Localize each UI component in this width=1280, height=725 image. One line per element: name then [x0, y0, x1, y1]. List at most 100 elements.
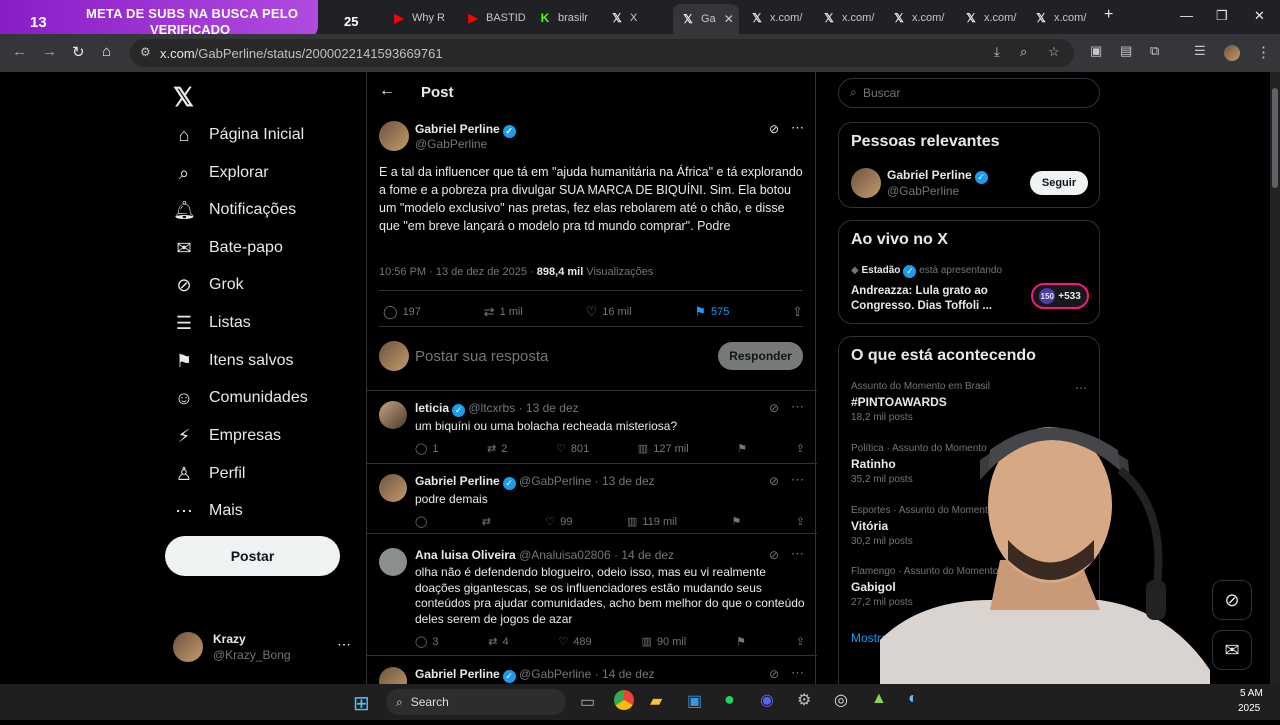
like-button[interactable]: ♡ 16 mil: [586, 304, 632, 320]
reply-button[interactable]: ◯ 197: [383, 304, 421, 320]
like-button[interactable]: ♡ 801: [556, 442, 589, 456]
steam-icon[interactable]: ◐: [908, 690, 918, 708]
site-info-icon[interactable]: ⚙: [140, 45, 151, 59]
extension-icon[interactable]: ▣: [1090, 43, 1102, 59]
new-tab-icon[interactable]: +: [1104, 6, 1113, 24]
avatar[interactable]: [379, 548, 407, 576]
close-tab-icon[interactable]: ✕: [724, 12, 734, 26]
bookmark-button[interactable]: ⚑: [731, 515, 741, 528]
x-logo-icon[interactable]: 𝕏: [173, 82, 194, 113]
nav-bookmarks[interactable]: ⚑ Itens salvos: [173, 344, 294, 378]
person-name-row[interactable]: Gabriel Perline ✓: [887, 168, 988, 184]
search-input[interactable]: [863, 84, 1083, 102]
puzzle-icon[interactable]: ⧉: [1150, 43, 1159, 59]
reading-list-icon[interactable]: ☰: [1194, 43, 1206, 59]
repost-button[interactable]: ⇄ 2: [487, 442, 507, 456]
grok-icon[interactable]: ⊘: [769, 122, 779, 136]
menu-icon[interactable]: ⋮: [1256, 43, 1271, 61]
bookmark-button[interactable]: ⚑ 575: [694, 304, 729, 320]
reply-button[interactable]: ◯ 1: [415, 442, 438, 456]
reply-submit-button[interactable]: Responder: [718, 342, 803, 370]
follow-button[interactable]: Seguir: [1030, 171, 1088, 195]
reply-button[interactable]: ◯: [415, 515, 427, 528]
reply-input[interactable]: [415, 344, 695, 368]
repost-button[interactable]: ⇄ 1 mil: [484, 304, 523, 320]
extension-icon[interactable]: ▤: [1120, 43, 1132, 59]
bookmark-button[interactable]: ⚑: [737, 442, 747, 455]
obs-icon[interactable]: ◎: [834, 690, 848, 710]
avatar[interactable]: [379, 474, 407, 502]
tab[interactable]: 𝕏x.com/: [750, 6, 812, 30]
reply-item[interactable]: leticia ✓ @ltcxrbs · 13 de dez ⊘ ⋯ um biq…: [367, 391, 817, 464]
live-card[interactable]: Ao vivo no X ◆ Estadão ✓ está apresentand…: [838, 220, 1100, 324]
grok-fab-icon[interactable]: ⊘: [1212, 580, 1252, 620]
nav-business[interactable]: ⚡︎ Empresas: [173, 419, 281, 453]
maximize-icon[interactable]: ❐: [1216, 8, 1228, 24]
app-icon[interactable]: ▲: [871, 690, 887, 708]
post-button[interactable]: Postar: [165, 536, 340, 576]
scrollbar-thumb[interactable]: [1272, 88, 1278, 188]
share-button[interactable]: ⇪: [796, 442, 805, 455]
windows-start-icon[interactable]: ⊞: [353, 691, 370, 716]
home-browser-icon[interactable]: ⌂: [102, 43, 111, 60]
tab[interactable]: 𝕏x.com/: [892, 6, 954, 30]
more-icon[interactable]: ⋯: [791, 472, 804, 488]
nav-communities[interactable]: ☺ Comunidades: [173, 381, 308, 415]
share-button[interactable]: ⇪: [792, 304, 803, 320]
tab[interactable]: ▶ Why R: [392, 6, 454, 30]
tab[interactable]: 𝕏x.com/: [822, 6, 884, 30]
nav-explore[interactable]: ⌕ Explorar: [173, 156, 269, 190]
more-icon[interactable]: ⋯: [1075, 381, 1087, 395]
more-icon[interactable]: ⋯: [791, 546, 804, 562]
more-icon[interactable]: ⋯: [791, 665, 804, 681]
tab[interactable]: 𝕏X: [610, 6, 670, 30]
repost-button[interactable]: ⇄ 4: [488, 635, 508, 649]
reply-author[interactable]: leticia: [415, 401, 449, 415]
views-button[interactable]: ▥ 127 mil: [638, 442, 689, 456]
grok-icon[interactable]: ⊘: [769, 548, 779, 562]
search-box[interactable]: ⌕: [838, 78, 1100, 108]
nav-messages[interactable]: ✉ Bate-papo: [173, 231, 282, 265]
share-button[interactable]: ⇪: [796, 635, 805, 648]
reply-button[interactable]: ◯ 3: [415, 635, 438, 649]
reply-item[interactable]: Ana luisa Oliveira @Analuisa02806 · 14 d…: [367, 538, 817, 656]
reply-author[interactable]: Ana luisa Oliveira: [415, 548, 516, 562]
more-icon[interactable]: ⋯: [791, 399, 804, 415]
grok-icon[interactable]: ⊘: [769, 401, 779, 415]
repost-button[interactable]: ⇄: [482, 515, 491, 528]
taskbar-search[interactable]: ⌕ Search: [386, 689, 566, 715]
spotify-icon[interactable]: ●: [724, 689, 735, 710]
like-button[interactable]: ♡ 489: [558, 635, 591, 649]
nav-profile[interactable]: ♙ Perfil: [173, 457, 246, 491]
views-button[interactable]: ▥ 119 mil: [627, 515, 677, 529]
nav-grok[interactable]: ⊘ Grok: [173, 268, 243, 302]
install-icon[interactable]: ⤓: [994, 44, 1000, 60]
zoom-icon[interactable]: ⌕: [1020, 44, 1027, 60]
live-listeners[interactable]: 150 +533: [1031, 283, 1089, 309]
profile-avatar[interactable]: [1224, 45, 1240, 61]
forward-icon[interactable]: →: [42, 43, 57, 60]
tab[interactable]: 𝕏x.com/: [1034, 6, 1096, 30]
reply-author[interactable]: Gabriel Perline: [415, 667, 500, 681]
tab[interactable]: ▶ BASTID: [466, 6, 528, 30]
views-button[interactable]: ▥ 90 mil: [642, 635, 687, 649]
task-view-icon[interactable]: ▭: [580, 692, 595, 712]
reply-author[interactable]: Gabriel Perline: [415, 474, 500, 488]
tab[interactable]: Kbrasilr: [538, 6, 600, 30]
settings-icon[interactable]: ⚙: [797, 690, 811, 710]
close-window-icon[interactable]: ✕: [1254, 8, 1265, 24]
account-switcher[interactable]: Krazy @Krazy_Bong ⋯: [173, 628, 363, 668]
star-icon[interactable]: ☆: [1048, 44, 1060, 60]
minimize-icon[interactable]: —: [1180, 8, 1193, 23]
back-arrow-icon[interactable]: ←: [379, 82, 395, 100]
messages-fab-icon[interactable]: ✉: [1212, 630, 1252, 670]
store-icon[interactable]: ▣: [687, 691, 702, 711]
chrome-icon[interactable]: [614, 690, 634, 710]
reload-icon[interactable]: ↻: [72, 43, 85, 61]
tab-active[interactable]: 𝕏 Ga ✕: [673, 4, 739, 34]
nav-notifications[interactable]: 🔔︎ Notificações: [173, 193, 296, 227]
like-button[interactable]: ♡ 99: [545, 515, 572, 529]
tab[interactable]: 𝕏x.com/: [964, 6, 1026, 30]
bookmark-button[interactable]: ⚑: [736, 635, 746, 648]
address-bar[interactable]: ⚙ x.com/GabPerline/status/20000221415936…: [130, 39, 1074, 67]
